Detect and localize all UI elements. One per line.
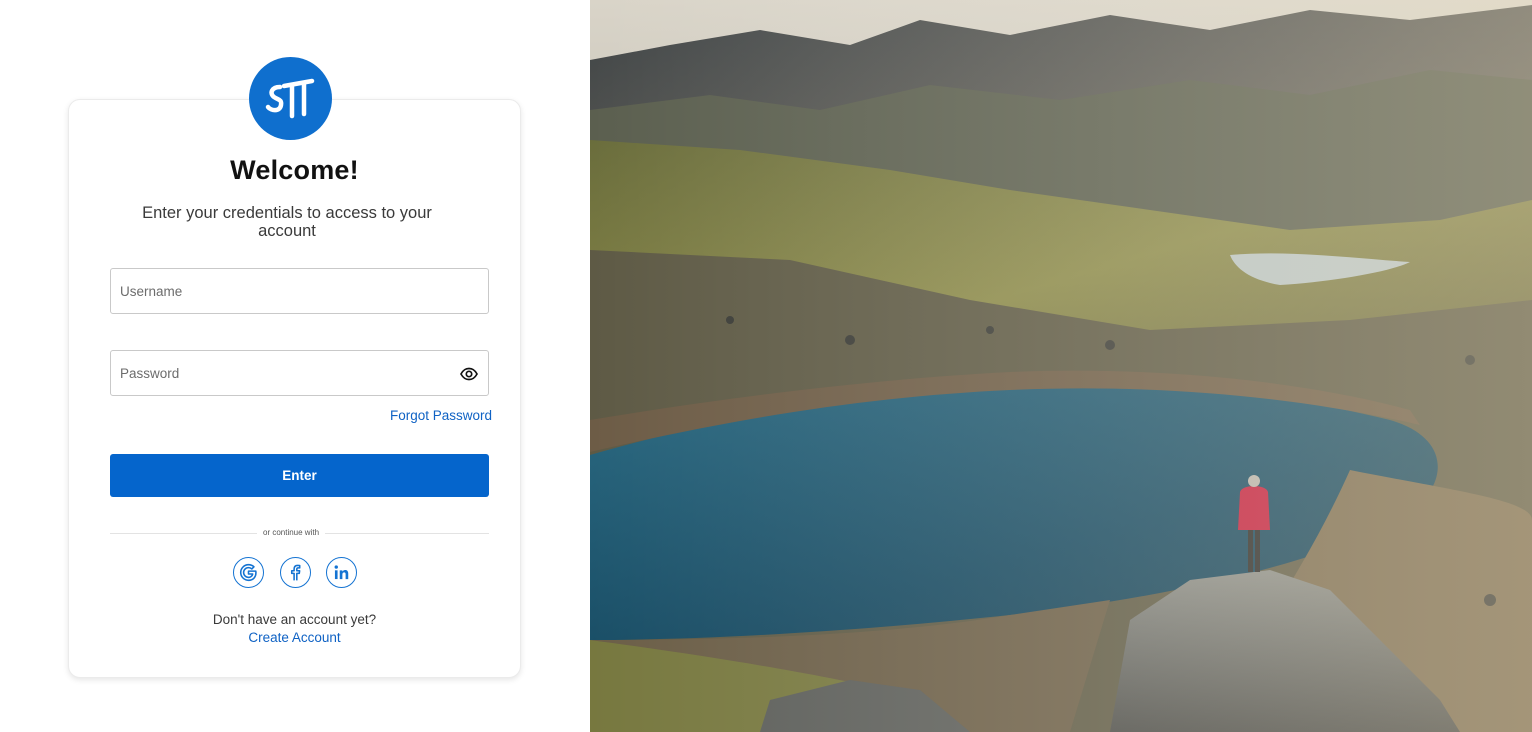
create-account-wrapper: Create Account	[68, 630, 521, 645]
hero-image	[590, 0, 1532, 732]
show-password-icon[interactable]	[459, 364, 479, 384]
create-account-link[interactable]: Create Account	[248, 630, 340, 645]
login-pane: Welcome! Enter your credentials to acces…	[0, 0, 590, 732]
page-subtitle: Enter your credentials to access to your…	[142, 204, 432, 240]
linkedin-icon	[334, 565, 349, 580]
password-input[interactable]	[111, 351, 488, 395]
mountain-lake-landscape-photo	[590, 0, 1532, 732]
password-field[interactable]	[110, 350, 489, 396]
linkedin-login-button[interactable]	[326, 557, 357, 588]
login-page: Welcome! Enter your credentials to acces…	[0, 0, 1532, 732]
divider-text: or continue with	[257, 528, 326, 537]
facebook-login-button[interactable]	[280, 557, 311, 588]
username-input[interactable]	[111, 269, 488, 313]
forgot-password-link[interactable]: Forgot Password	[390, 408, 492, 423]
enter-button[interactable]: Enter	[110, 454, 489, 497]
page-title: Welcome!	[230, 155, 359, 185]
facebook-icon	[290, 564, 301, 581]
google-icon	[239, 563, 257, 582]
username-field[interactable]	[110, 268, 489, 314]
brand-logo-icon	[249, 57, 332, 140]
google-login-button[interactable]	[233, 557, 264, 588]
no-account-text: Don't have an account yet?	[212, 612, 377, 627]
